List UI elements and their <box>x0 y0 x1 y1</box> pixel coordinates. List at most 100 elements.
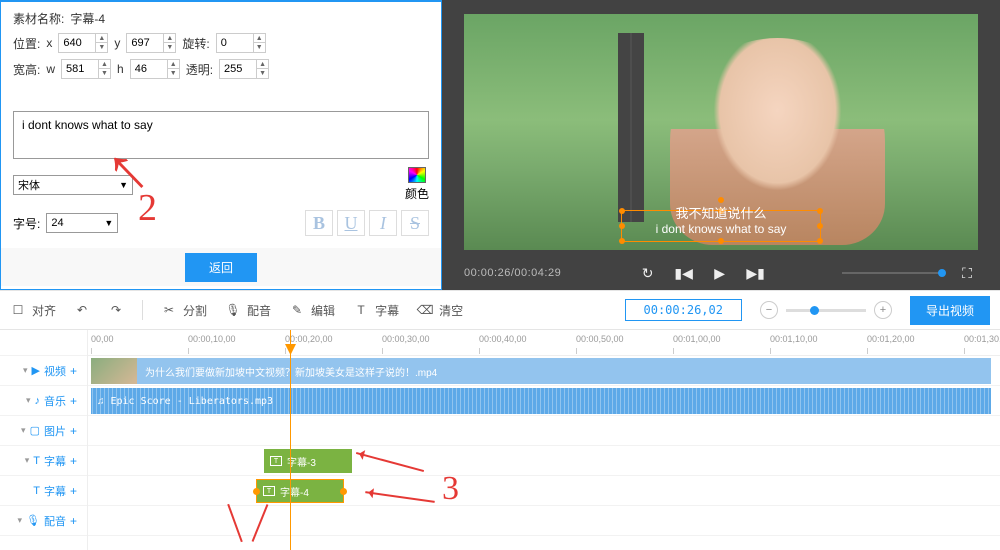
rotation-stepper[interactable]: ▲▼ <box>216 33 266 53</box>
player-controls: 00:00:26/00:04:29 ↻ ▮◀ ▶ ▶▮ ⛶ <box>442 256 1000 290</box>
video-canvas[interactable]: 我不知道说什么 i dont knows what to say <box>464 14 978 250</box>
add-track-button[interactable]: + <box>70 454 77 468</box>
fontsize-label: 字号: <box>13 215 40 232</box>
width-input[interactable] <box>62 60 98 78</box>
time-ruler[interactable]: 00,00 00:00,10,00 00:00,20,00 00:00,30,0… <box>88 330 1000 356</box>
x-up[interactable]: ▲ <box>95 34 107 43</box>
video-clip[interactable]: 为什么我们要做新加坡中文视频？新加坡美女是这样子说的！.mp4 <box>91 358 991 384</box>
rotation-label: 旋转: <box>182 35 209 52</box>
prev-button[interactable]: ▮◀ <box>673 262 695 284</box>
resize-handle[interactable] <box>817 208 823 214</box>
height-input[interactable] <box>131 60 167 78</box>
loop-button[interactable]: ↻ <box>637 262 659 284</box>
bold-button[interactable]: B <box>305 210 333 236</box>
redo-button[interactable]: ↷ <box>108 302 124 318</box>
subtitle-button[interactable]: T字幕 <box>353 302 399 319</box>
voiceover-button[interactable]: 🎙配音 <box>225 302 271 319</box>
align-toggle[interactable]: ☐对齐 <box>10 302 56 319</box>
subtitle-track-1[interactable]: T字幕-3 <box>88 446 1000 476</box>
resize-handle[interactable] <box>619 223 625 229</box>
collapse-icon[interactable]: ▾ <box>26 395 31 406</box>
rotation-input[interactable] <box>217 34 253 52</box>
fullscreen-button[interactable]: ⛶ <box>956 262 978 284</box>
pencil-icon: ✎ <box>289 302 305 318</box>
zoom-out-button[interactable]: − <box>760 301 778 319</box>
collapse-icon[interactable]: ▾ <box>25 455 30 466</box>
audio-clip[interactable]: ♫Epic Score - Liberators.mp3 <box>91 388 991 414</box>
resize-handle[interactable] <box>718 238 724 244</box>
x-down[interactable]: ▼ <box>95 43 107 52</box>
export-video-button[interactable]: 导出视频 <box>910 296 990 325</box>
add-track-button[interactable]: + <box>70 514 77 528</box>
a-up[interactable]: ▲ <box>256 60 268 69</box>
audio-track[interactable]: ♫Epic Score - Liberators.mp3 <box>88 386 1000 416</box>
collapse-icon[interactable]: ▾ <box>17 515 22 526</box>
return-button[interactable]: 返回 <box>185 253 257 282</box>
edit-button[interactable]: ✎编辑 <box>289 302 335 319</box>
y-label: y <box>114 36 120 50</box>
resize-handle[interactable] <box>817 223 823 229</box>
h-up[interactable]: ▲ <box>167 60 179 69</box>
strike-button[interactable]: S <box>401 210 429 236</box>
y-down[interactable]: ▼ <box>163 43 175 52</box>
resize-handle[interactable] <box>619 238 625 244</box>
x-stepper[interactable]: ▲▼ <box>58 33 108 53</box>
rot-up[interactable]: ▲ <box>253 34 265 43</box>
collapse-icon[interactable]: ▾ <box>21 425 26 436</box>
y-up[interactable]: ▲ <box>163 34 175 43</box>
w-down[interactable]: ▼ <box>98 69 110 78</box>
clip-thumbnail <box>91 358 137 384</box>
volume-slider[interactable] <box>842 272 942 274</box>
zoom-slider[interactable] <box>786 309 866 312</box>
add-track-button[interactable]: + <box>70 484 77 498</box>
w-label: w <box>46 62 55 76</box>
rot-down[interactable]: ▼ <box>253 43 265 52</box>
alpha-label: 透明: <box>186 61 213 78</box>
h-label: h <box>117 62 124 76</box>
voiceover-track[interactable] <box>88 506 1000 536</box>
undo-button[interactable]: ↶ <box>74 302 90 318</box>
ruler-tick: 00:01,30,00 <box>964 334 1000 344</box>
ruler-tick: 00:00,50,00 <box>576 334 624 344</box>
subtitle-clip-4[interactable]: T字幕-4 <box>256 479 344 503</box>
add-track-button[interactable]: + <box>70 364 77 378</box>
clear-button[interactable]: ⌫清空 <box>417 302 463 319</box>
split-button[interactable]: ✂分割 <box>161 302 207 319</box>
width-stepper[interactable]: ▲▼ <box>61 59 111 79</box>
font-color-button[interactable]: 颜色 <box>405 167 429 202</box>
add-track-button[interactable]: + <box>70 424 77 438</box>
ruler-tick: 00:00,40,00 <box>479 334 527 344</box>
ruler-tick: 00:01,00,00 <box>673 334 721 344</box>
ruler-tick: 00:00,10,00 <box>188 334 236 344</box>
subtitle-text-input[interactable]: i dont knows what to say <box>13 111 429 159</box>
subtitle-clip-3[interactable]: T字幕-3 <box>264 449 352 473</box>
height-stepper[interactable]: ▲▼ <box>130 59 180 79</box>
y-stepper[interactable]: ▲▼ <box>126 33 176 53</box>
y-input[interactable] <box>127 34 163 52</box>
alpha-input[interactable] <box>220 60 256 78</box>
h-down[interactable]: ▼ <box>167 69 179 78</box>
play-button[interactable]: ▶ <box>709 262 731 284</box>
image-track[interactable] <box>88 416 1000 446</box>
font-family-select[interactable]: 宋体 ▼ <box>13 175 133 195</box>
underline-button[interactable]: U <box>337 210 365 236</box>
resize-handle[interactable] <box>619 208 625 214</box>
rotate-handle[interactable] <box>718 197 724 203</box>
fontsize-select[interactable]: 24 ▼ <box>46 213 118 233</box>
image-icon: ▢ <box>30 424 40 437</box>
zoom-in-button[interactable]: + <box>874 301 892 319</box>
w-up[interactable]: ▲ <box>98 60 110 69</box>
playhead[interactable] <box>290 330 291 550</box>
alpha-stepper[interactable]: ▲▼ <box>219 59 269 79</box>
resize-handle[interactable] <box>817 238 823 244</box>
color-palette-icon <box>408 167 426 183</box>
x-input[interactable] <box>59 34 95 52</box>
subtitle-track-2[interactable]: T字幕-4 <box>88 476 1000 506</box>
collapse-icon[interactable]: ▾ <box>23 365 28 376</box>
add-track-button[interactable]: + <box>70 394 77 408</box>
italic-button[interactable]: I <box>369 210 397 236</box>
a-down[interactable]: ▼ <box>256 69 268 78</box>
next-button[interactable]: ▶▮ <box>745 262 767 284</box>
subtitle-track-label: ▾T字幕+ <box>0 446 87 476</box>
video-track[interactable]: 为什么我们要做新加坡中文视频？新加坡美女是这样子说的！.mp4 <box>88 356 1000 386</box>
